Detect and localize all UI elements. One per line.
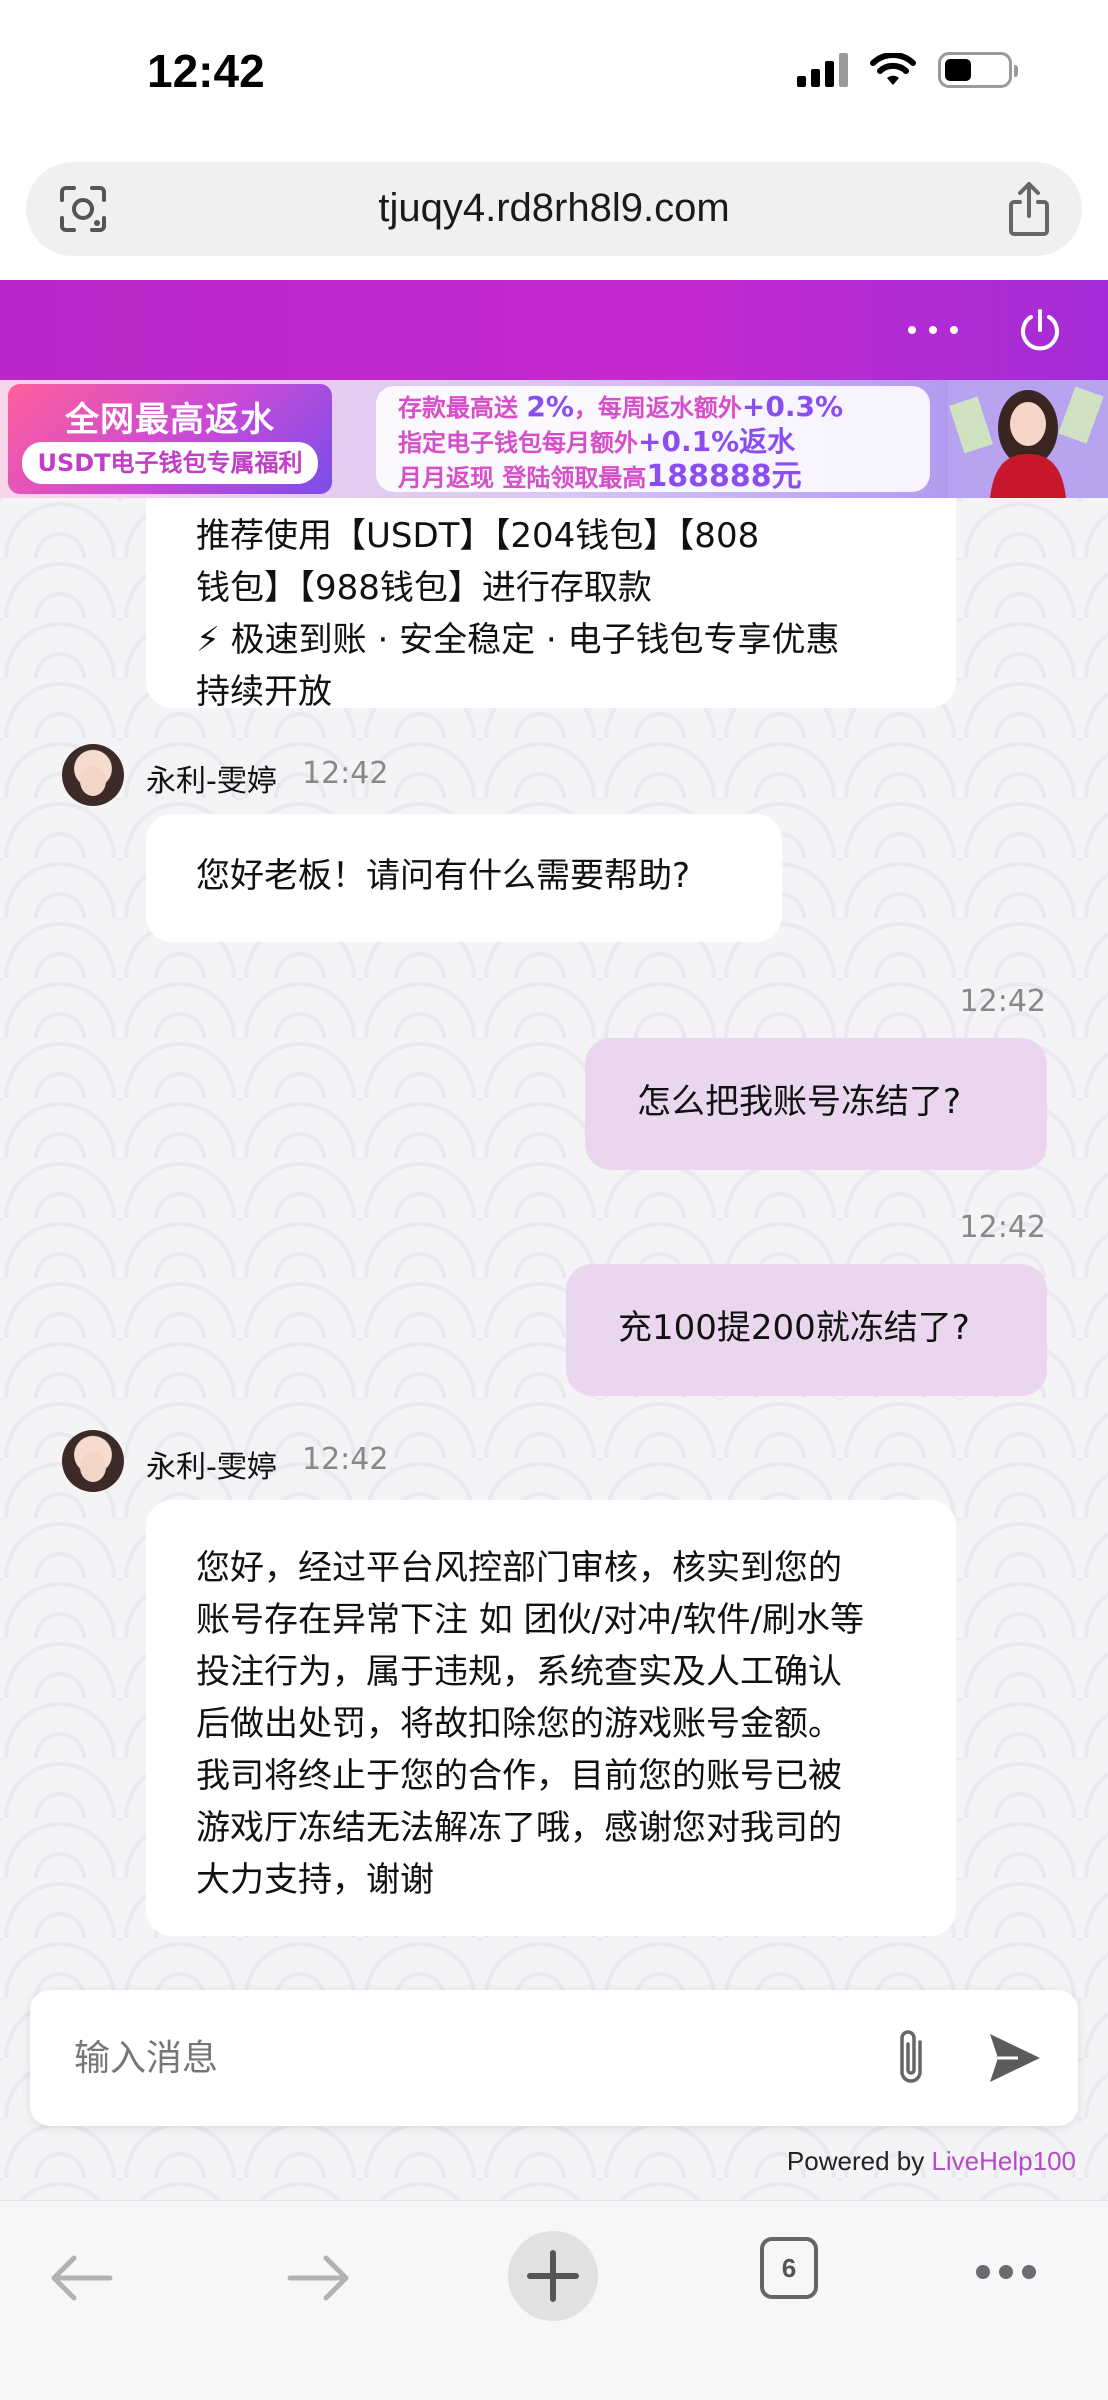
message-input[interactable] [74, 2030, 854, 2086]
message-line: 游戏厅冻结无法解冻了哦，感谢您对我司的 [196, 1808, 842, 1848]
message-time: 12:42 [959, 984, 1046, 1019]
status-bar: 12:42 [0, 0, 1108, 150]
promo-banner[interactable]: 全网最高返水 USDT电子钱包专属福利 存款最高送 2%，每周返水额外+0.3%… [0, 380, 1108, 498]
message-time: 12:42 [959, 1210, 1046, 1245]
plus-icon [527, 2250, 579, 2302]
message-line: 投注行为，属于违规，系统查实及人工确认 [196, 1652, 842, 1692]
cellular-signal-icon [797, 53, 848, 87]
wifi-icon [870, 53, 916, 85]
agent-message-bubble: 您好老板！请问有什么需要帮助? [146, 814, 782, 942]
url-text[interactable]: tjuqy4.rd8rh8l9.com [26, 186, 1082, 231]
agent-avatar [62, 744, 124, 806]
message-line: 我司将终止于您的合作，目前您的账号已被 [196, 1756, 842, 1796]
paperclip-icon[interactable] [886, 2026, 936, 2090]
message-line: 您好，经过平台风控部门审核，核实到您的 [196, 1548, 842, 1588]
address-bar[interactable]: tjuqy4.rd8rh8l9.com [26, 162, 1082, 256]
sender-name: 永利-雯婷 [146, 764, 277, 799]
agent-message-bubble: 您好，经过平台风控部门审核，核实到您的 账号存在异常下注 如 团伙/对冲/软件/… [146, 1500, 956, 1936]
message-line: 钱包】【988钱包】进行存取款 [196, 568, 652, 608]
back-arrow-icon[interactable] [46, 2253, 116, 2303]
message-time: 12:42 [302, 756, 389, 791]
battery-icon [938, 52, 1018, 88]
message-line: 推荐使用【USDT】【204钱包】【808 [196, 516, 760, 556]
message-line: 账号存在异常下注 如 团伙/对冲/软件/刷水等 [196, 1600, 864, 1640]
message-time: 12:42 [302, 1442, 389, 1477]
powered-by: Powered by LiveHelp100 [787, 2146, 1076, 2177]
user-message-bubble: 充100提200就冻结了? [566, 1264, 1047, 1396]
message-line: 大力支持，谢谢 [196, 1860, 434, 1900]
new-tab-button[interactable] [508, 2231, 598, 2321]
forward-arrow-icon[interactable] [284, 2253, 354, 2303]
message-text: 充100提200就冻结了? [618, 1308, 970, 1348]
banner-badge: 全网最高返水 USDT电子钱包专属福利 [8, 384, 332, 494]
message-text: 您好老板！请问有什么需要帮助? [196, 856, 691, 896]
browser-toolbar: 6 [0, 2200, 1108, 2400]
status-time: 12:42 [147, 45, 265, 97]
menu-dots-icon[interactable] [976, 2265, 1036, 2281]
message-composer [30, 1990, 1078, 2126]
agent-avatar [62, 1430, 124, 1492]
sender-name: 永利-雯婷 [146, 1450, 277, 1485]
banner-title: 全网最高返水 [65, 400, 275, 440]
banner-offer-line-2: 指定电子钱包每月额外+0.1%返水 [398, 425, 796, 458]
powered-by-brand-link[interactable]: LiveHelp100 [931, 2146, 1076, 2176]
power-icon[interactable] [1016, 306, 1064, 354]
user-message-bubble: 怎么把我账号冻结了? [585, 1038, 1047, 1170]
banner-offer-line-1: 存款最高送 2%，每周返水额外+0.3% [398, 390, 844, 423]
share-icon[interactable] [1002, 180, 1056, 238]
status-icons [797, 52, 1018, 88]
banner-offer-line-3: 月月返现 登陆领取最高188888元 [398, 459, 802, 494]
banner-offer-box: 存款最高送 2%，每周返水额外+0.3% 指定电子钱包每月额外+0.1%返水 月… [376, 386, 930, 494]
agent-message-bubble: 推荐使用【USDT】【204钱包】【808 钱包】【988钱包】进行存取款 ⚡ … [146, 498, 956, 712]
banner-subtitle: USDT电子钱包专属福利 [22, 442, 318, 484]
tab-switcher-button[interactable]: 6 [760, 2237, 818, 2299]
message-text: 怎么把我账号冻结了? [637, 1082, 962, 1122]
message-line: ⚡ 极速到账 · 安全稳定 · 电子钱包专享优惠 [196, 620, 840, 660]
chat-messages[interactable]: 推荐使用【USDT】【204钱包】【808 钱包】【988钱包】进行存取款 ⚡ … [0, 498, 1108, 2200]
send-icon[interactable] [984, 2028, 1044, 2088]
chat-header [0, 280, 1108, 380]
more-options-icon[interactable] [908, 310, 958, 350]
message-line: 后做出处罚，将故扣除您的游戏账号金额。 [196, 1704, 842, 1744]
banner-model-image [948, 380, 1108, 498]
message-line: 持续开放 [196, 672, 332, 712]
powered-by-label: Powered by [786, 2146, 932, 2176]
